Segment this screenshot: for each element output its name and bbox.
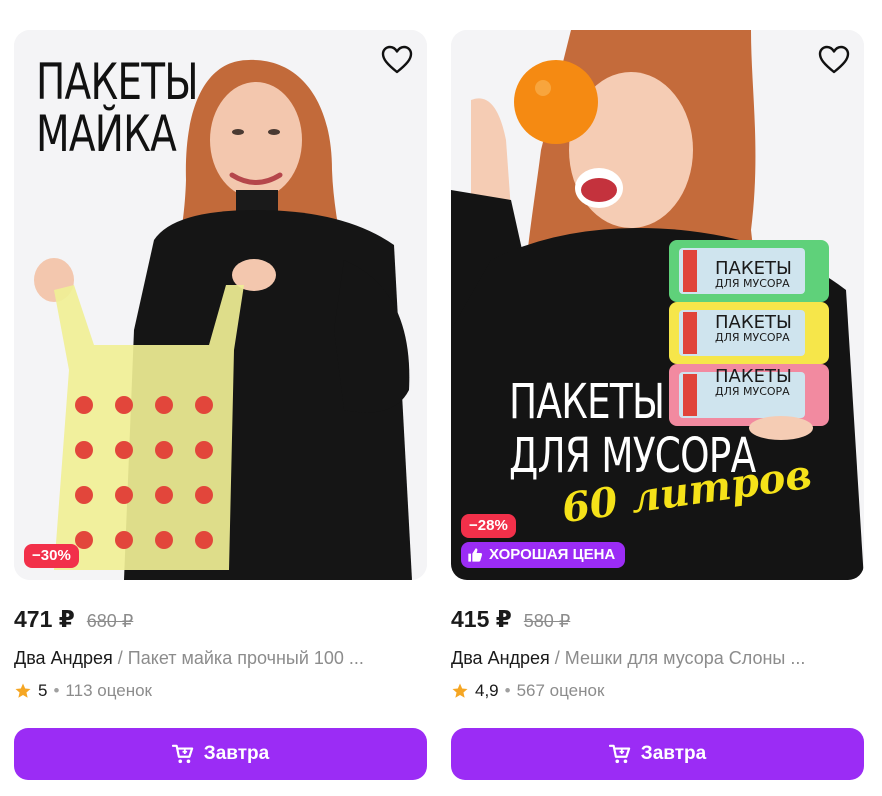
price: 415 ₽ [451, 606, 512, 632]
cta-label: Завтра [203, 743, 270, 764]
favorite-button[interactable] [816, 42, 852, 78]
product-title[interactable]: Два Андрея / Пакет майка прочный 100 ... [14, 646, 427, 670]
price: 471 ₽ [14, 606, 75, 632]
product-title[interactable]: Два Андрея / Мешки для мусора Слоны ... [451, 646, 864, 670]
discount-badge: −30% [24, 544, 79, 568]
package-label: ПАКЕТЫ [715, 312, 792, 333]
rating-row: 5 • 113 оценок [14, 680, 427, 702]
star-icon [15, 683, 31, 698]
cta-label: Завтра [640, 743, 707, 764]
delivery-cart-button[interactable]: Завтра [451, 728, 864, 780]
product-grid: ПАКЕТЫ МАЙКА −30% 471 ₽ 680 ₽ Два Андрея… [14, 30, 864, 780]
brand-name: Два Андрея [14, 648, 113, 668]
product-name: Пакет майка прочный 100 ... [127, 648, 364, 668]
product-image[interactable]: ПАКЕТЫ МАЙКА −30% [14, 30, 427, 580]
rating-row: 4,9 • 567 оценок [451, 680, 864, 702]
image-headline-line: МАЙКА [36, 105, 177, 163]
cart-icon [171, 744, 193, 764]
delivery-cart-button[interactable]: Завтра [14, 728, 427, 780]
reviews-count: 567 оценок [516, 681, 605, 700]
discount-badge: −28% [461, 514, 516, 538]
cart-icon [608, 744, 630, 764]
rating-value: 4,9 [475, 681, 499, 700]
title-separator: / [549, 648, 565, 668]
good-price-label: ХОРОШАЯ ЦЕНА [489, 546, 616, 563]
old-price: 580 ₽ [523, 611, 571, 631]
package-sublabel: ДЛЯ МУСОРА [715, 277, 790, 290]
rating-dot: • [53, 681, 60, 700]
rating-dot: • [504, 681, 511, 700]
brand-name: Два Андрея [451, 648, 550, 668]
image-headline-line: ПАКЕТЫ [509, 374, 665, 430]
image-headline-line: ПАКЕТЫ [36, 53, 199, 111]
reviews-count: 113 оценок [65, 681, 152, 700]
price-row: 471 ₽ 680 ₽ [14, 606, 427, 634]
good-price-badge: ХОРОШАЯ ЦЕНА [461, 542, 626, 568]
product-name: Мешки для мусора Слоны ... [564, 648, 806, 668]
title-separator: / [112, 648, 128, 668]
thumbs-up-icon [468, 548, 483, 562]
star-icon [452, 683, 468, 698]
package-label: ПАКЕТЫ [715, 258, 792, 279]
product-image[interactable]: ПАКЕТЫ ДЛЯ МУСОРА ПАКЕТЫ ДЛЯ МУСОРА ПАКЕ… [451, 30, 864, 580]
image-headline: ПАКЕТЫ МАЙКА [36, 53, 199, 163]
price-row: 415 ₽ 580 ₽ [451, 606, 864, 634]
package-sublabel: ДЛЯ МУСОРА [715, 331, 790, 344]
heart-icon [818, 45, 850, 74]
favorite-button[interactable] [379, 42, 415, 78]
product-card[interactable]: ПАКЕТЫ МАЙКА −30% 471 ₽ 680 ₽ Два Андрея… [14, 30, 427, 780]
product-card[interactable]: ПАКЕТЫ ДЛЯ МУСОРА ПАКЕТЫ ДЛЯ МУСОРА ПАКЕ… [451, 30, 864, 780]
heart-icon [381, 45, 413, 74]
rating-value: 5 [38, 681, 48, 700]
old-price: 680 ₽ [86, 611, 134, 631]
